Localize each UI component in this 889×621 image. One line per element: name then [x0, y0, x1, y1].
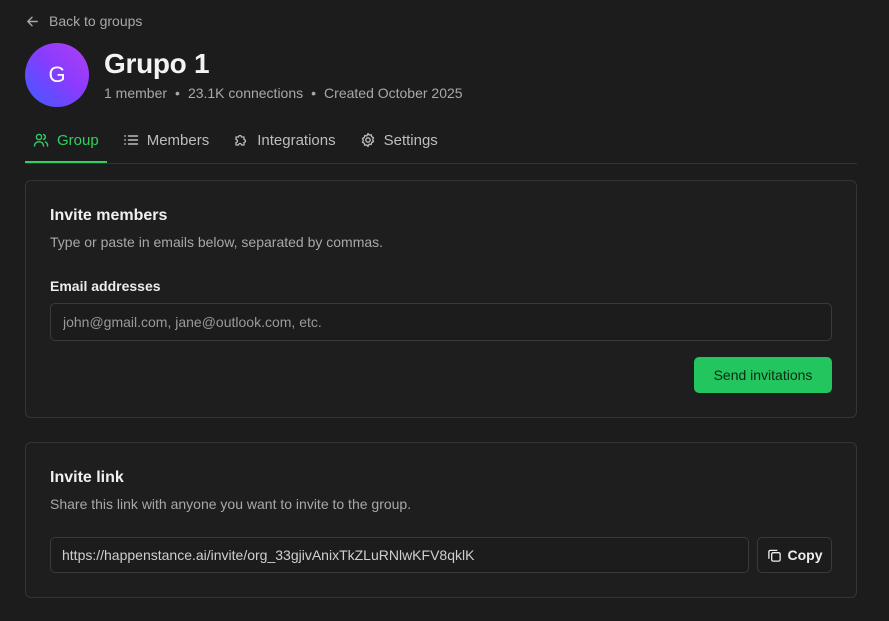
- meta-separator: •: [311, 85, 317, 101]
- card-description: Type or paste in emails below, separated…: [50, 234, 384, 250]
- invite-link-field[interactable]: https://happenstance.ai/invite/org_33gji…: [50, 537, 749, 573]
- send-invitations-button[interactable]: Send invitations: [694, 357, 832, 393]
- group-avatar: G: [25, 43, 89, 107]
- copy-link-button[interactable]: Copy: [757, 537, 832, 573]
- copy-icon: [767, 549, 781, 562]
- tab-bar: Group Members Integrations Settings: [25, 119, 857, 164]
- email-field-label: Email addresses: [50, 278, 161, 294]
- tab-members[interactable]: Members: [115, 119, 218, 163]
- group-page: Back to groups G Grupo 1 1 member • 23.1…: [0, 0, 889, 621]
- card-title: Invite link: [50, 469, 124, 486]
- meta-separator: •: [175, 85, 180, 101]
- copy-label: Copy: [787, 547, 823, 563]
- connection-count: 23.1K connections: [187, 85, 304, 101]
- tab-label: Group: [57, 131, 99, 149]
- back-link[interactable]: Back to groups: [25, 13, 142, 29]
- page-title: Grupo 1: [104, 48, 210, 79]
- avatar-letter: G: [48, 62, 66, 87]
- arrow-left-icon: [27, 16, 38, 26]
- back-link-label[interactable]: Back to groups: [49, 13, 142, 29]
- member-count: 1 member: [104, 85, 168, 101]
- created-date: Created October 2025: [324, 85, 463, 101]
- group-meta: 1 member • 23.1K connections • Created O…: [104, 85, 463, 101]
- invite-members-card: Invite members Type or paste in emails b…: [25, 180, 857, 418]
- list-icon: [123, 135, 138, 145]
- gear-icon: [361, 132, 374, 148]
- email-field[interactable]: [50, 303, 832, 341]
- tab-settings[interactable]: Settings: [352, 119, 446, 163]
- tab-integrations[interactable]: Integrations: [225, 119, 343, 163]
- invite-link-card: Invite link Share this link with anyone …: [25, 442, 857, 598]
- tab-label: Settings: [383, 131, 438, 149]
- card-description: Share this link with anyone you want to …: [50, 496, 412, 512]
- tab-group[interactable]: Group: [25, 119, 107, 163]
- card-title: Invite members: [50, 207, 168, 224]
- tab-label: Members: [146, 131, 210, 149]
- tab-label: Integrations: [257, 131, 336, 149]
- invite-link-url: https://happenstance.ai/invite/org_33gji…: [62, 547, 475, 563]
- puzzle-icon: [235, 134, 247, 146]
- users-icon: [33, 133, 49, 147]
